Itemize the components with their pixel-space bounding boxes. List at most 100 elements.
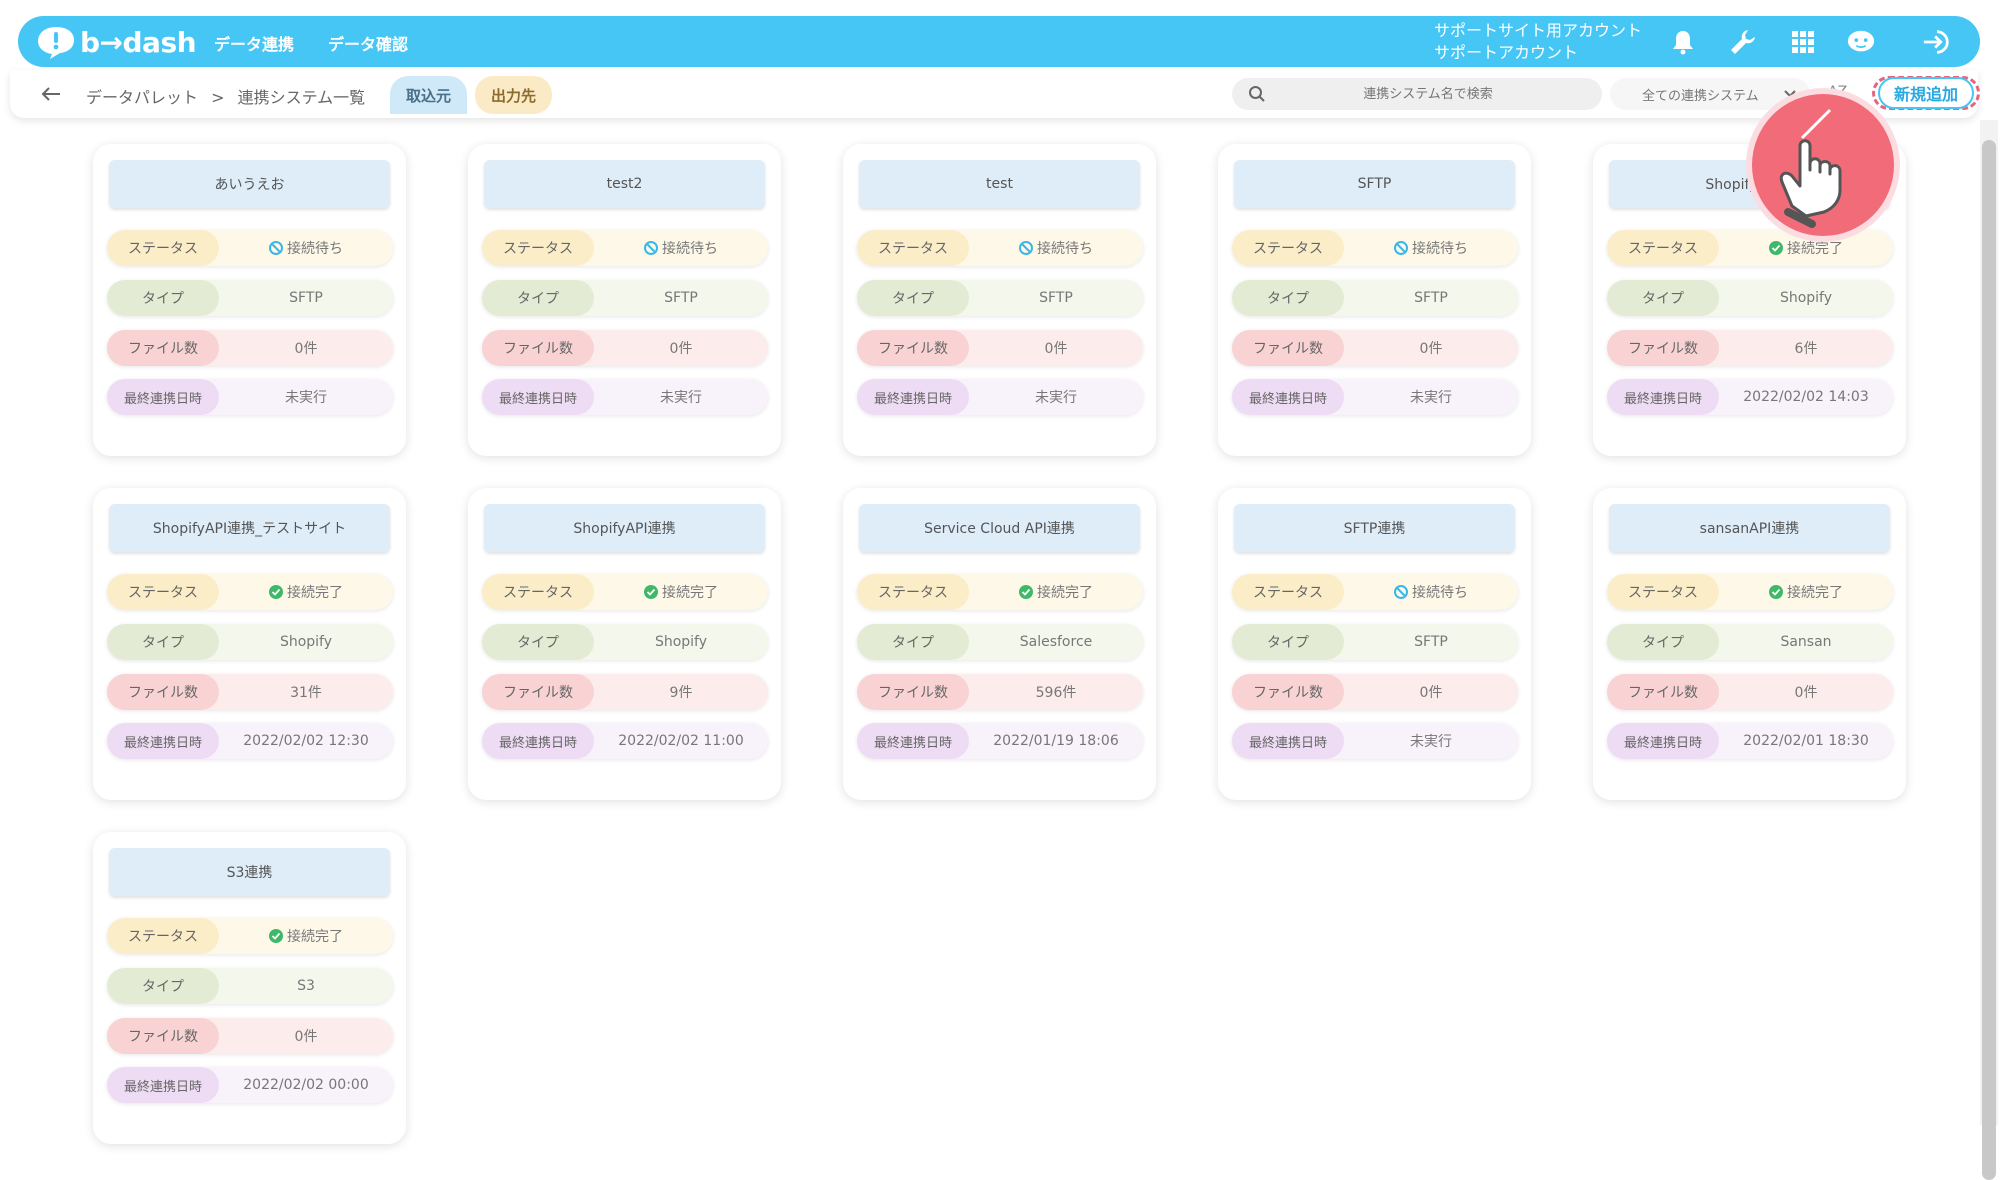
type-value: SFTP [664, 290, 698, 306]
card-title: S3連携 [109, 848, 390, 896]
system-card[interactable]: Service Cloud API連携 ステータス 接続完了 タイプ Salesforc… [843, 488, 1156, 800]
last-run-row: 最終連携日時 2022/02/02 00:00 [107, 1067, 393, 1103]
last-run-value: 未実行 [1410, 734, 1452, 750]
search-input[interactable] [1276, 85, 1580, 103]
files-value: 31件 [290, 685, 322, 701]
scrollbar[interactable] [1980, 120, 1998, 1180]
back-arrow-icon[interactable] [40, 84, 62, 104]
tab-import-source[interactable]: 取込元 [390, 76, 467, 114]
files-label: ファイル数 [107, 1018, 219, 1054]
assistant-icon[interactable] [1846, 28, 1876, 56]
check-circle-icon [1769, 241, 1783, 255]
bell-icon[interactable] [1668, 28, 1698, 56]
status-label: ステータス [107, 574, 219, 610]
waiting-circle-icon [644, 241, 658, 255]
last-run-value: 未実行 [285, 390, 327, 406]
files-label: ファイル数 [482, 674, 594, 710]
status-label: ステータス [107, 230, 219, 266]
last-run-row: 最終連携日時 2022/02/01 18:30 [1607, 723, 1893, 759]
last-run-value: 2022/02/02 12:30 [243, 733, 369, 749]
last-run-label: 最終連携日時 [107, 723, 219, 759]
grid-icon[interactable] [1788, 28, 1818, 56]
status-row: ステータス 接続待ち [482, 230, 768, 266]
system-card[interactable]: SFTP ステータス 接続待ち タイプ SFTP ファイル数 0件 最終連携日時 未実行 [1218, 144, 1531, 456]
nav-data-check[interactable]: データ確認 [328, 31, 408, 55]
app-logo[interactable]: b→dash [36, 22, 197, 62]
status-row: ステータス 接続完了 [107, 574, 393, 610]
files-row: ファイル数 31件 [107, 674, 393, 710]
status-text: 接続待ち [662, 241, 718, 257]
breadcrumb-separator: > [211, 88, 225, 107]
last-run-label: 最終連携日時 [1607, 723, 1719, 759]
system-card[interactable]: sansanAPI連携 ステータス 接続完了 タイプ Sansan ファイル数 0件 最終連携… [1593, 488, 1906, 800]
status-value: 接続完了 [1719, 574, 1893, 610]
files-row: ファイル数 0件 [107, 1018, 393, 1054]
type-label: タイプ [1607, 624, 1719, 660]
account-info[interactable]: サポートサイト用アカウント サポートアカウント [1434, 20, 1642, 64]
type-value: Salesforce [1019, 634, 1093, 650]
files-value: 0件 [669, 341, 693, 357]
files-value: 0件 [294, 341, 318, 357]
type-value: SFTP [289, 290, 323, 306]
type-value: Shopify [1779, 290, 1833, 306]
type-value: SFTP [1039, 290, 1073, 306]
status-text: 接続完了 [287, 929, 343, 945]
nav-data-integration[interactable]: データ連携 [214, 31, 294, 55]
type-row: タイプ Shopify [482, 624, 768, 660]
system-card[interactable]: test ステータス 接続待ち タイプ SFTP ファイル数 0件 最終連携日時 未実行 [843, 144, 1156, 456]
last-run-row: 最終連携日時 2022/02/02 12:30 [107, 723, 393, 759]
status-text: 接続完了 [287, 585, 343, 601]
status-label: ステータス [482, 230, 594, 266]
last-run-label: 最終連携日時 [857, 723, 969, 759]
logo-bubble-icon [38, 27, 74, 59]
type-row: タイプ Shopify [107, 624, 393, 660]
breadcrumb-current: 連携システム一覧 [237, 88, 366, 107]
type-label: タイプ [482, 624, 594, 660]
type-row: タイプ S3 [107, 968, 393, 1004]
waiting-circle-icon [1019, 241, 1033, 255]
status-row: ステータス 接続待ち [1232, 574, 1518, 610]
account-user: サポートアカウント [1434, 43, 1579, 62]
check-circle-icon [1769, 585, 1783, 599]
last-run-label: 最終連携日時 [1232, 379, 1344, 415]
system-card[interactable]: ShopifyAPI連携_テストサイト ステータス 接続完了 タイプ Shopify ファ… [93, 488, 406, 800]
type-label: タイプ [857, 280, 969, 316]
breadcrumb-root[interactable]: データパレット [86, 88, 198, 107]
system-card[interactable]: あいうえお ステータス 接続待ち タイプ SFTP ファイル数 0件 最終連携日時 未実行 [93, 144, 406, 456]
system-card[interactable]: test2 ステータス 接続待ち タイプ SFTP ファイル数 0件 最終連携日時 未実行 [468, 144, 781, 456]
filter-value: 全ての連携システム [1642, 88, 1759, 104]
system-card[interactable]: SFTP連携 ステータス 接続待ち タイプ SFTP ファイル数 0件 最終連携日時 未実行 [1218, 488, 1531, 800]
type-label: タイプ [1232, 280, 1344, 316]
status-label: ステータス [857, 230, 969, 266]
waiting-circle-icon [1394, 585, 1408, 599]
waiting-circle-icon [269, 241, 283, 255]
files-label: ファイル数 [1607, 330, 1719, 366]
status-label: ステータス [482, 574, 594, 610]
last-run-row: 最終連携日時 2022/02/02 14:03 [1607, 379, 1893, 415]
type-label: タイプ [107, 968, 219, 1004]
status-value: 接続待ち [219, 230, 393, 266]
status-text: 接続完了 [1037, 585, 1093, 601]
last-run-row: 最終連携日時 未実行 [1232, 723, 1518, 759]
files-label: ファイル数 [1232, 674, 1344, 710]
files-label: ファイル数 [107, 674, 219, 710]
last-run-value: 2022/02/02 11:00 [618, 733, 744, 749]
tab-output-destination[interactable]: 出力先 [475, 76, 552, 114]
card-title: ShopifyAPI連携 [484, 504, 765, 552]
system-card[interactable]: ShopifyAPI連携 ステータス 接続完了 タイプ Shopify ファイル数 9件 最終… [468, 488, 781, 800]
files-value: 0件 [1419, 341, 1443, 357]
scroll-thumb[interactable] [1982, 140, 1996, 1180]
status-value: 接続完了 [219, 918, 393, 954]
system-card[interactable]: S3連携 ステータス 接続完了 タイプ S3 ファイル数 0件 最終連携日時 2022/02/0… [93, 832, 406, 1144]
sub-bar: データパレット > 連携システム一覧 取込元 出力先 全ての連携システム AZ … [10, 70, 1980, 118]
type-row: タイプ SFTP [1232, 624, 1518, 660]
last-run-label: 最終連携日時 [482, 723, 594, 759]
status-label: ステータス [1607, 574, 1719, 610]
waiting-circle-icon [1394, 241, 1408, 255]
logo-text: b→dash [80, 25, 197, 59]
last-run-value: 2022/01/19 18:06 [993, 733, 1119, 749]
files-row: ファイル数 0件 [107, 330, 393, 366]
type-value: SFTP [1414, 634, 1448, 650]
wrench-icon[interactable] [1728, 28, 1758, 56]
logout-icon[interactable] [1922, 28, 1952, 56]
